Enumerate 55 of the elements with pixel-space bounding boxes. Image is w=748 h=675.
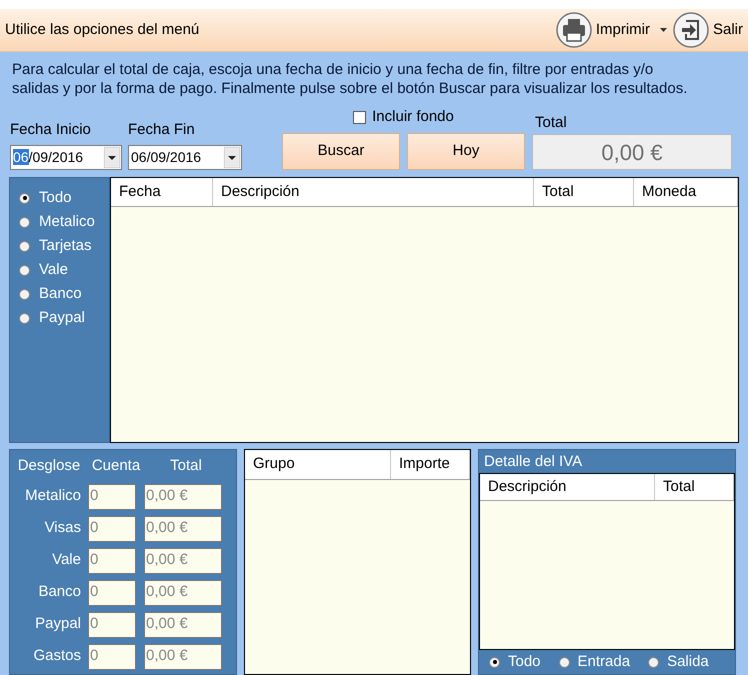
- radio-option[interactable]: Vale: [10, 260, 109, 280]
- column-header[interactable]: Grupo: [245, 450, 391, 479]
- instructions-text: Para calcular el total de caja, escoja una fecha de inicio y una fecha de fin, filtre por entradas y/o salidas y por la forma de pago. Finalmente pulse sobre el botón Buscar para visualizar los resultados.: [11, 60, 688, 98]
- dropdown-icon: [104, 147, 120, 168]
- count-field[interactable]: 0: [88, 612, 136, 638]
- row-label: Visas: [44, 518, 81, 538]
- exit-icon: [672, 12, 709, 48]
- total-field[interactable]: 0,00 €: [144, 612, 222, 638]
- count-field[interactable]: 0: [88, 516, 136, 542]
- column-header[interactable]: Descripción: [213, 178, 534, 206]
- total-field[interactable]: 0,00 €: [144, 548, 222, 574]
- dropdown-icon: [224, 147, 240, 168]
- radio-option[interactable]: Banco: [10, 284, 109, 304]
- date-field[interactable]: 06/09/2016: [128, 145, 242, 170]
- radio-option[interactable]: Entrada: [558, 650, 630, 674]
- radio-option[interactable]: Tarjetas: [10, 236, 109, 256]
- row-label: Banco: [38, 582, 81, 602]
- total-field[interactable]: 0,00 €: [144, 580, 222, 606]
- row-label: Metalico: [25, 486, 81, 506]
- column-header[interactable]: Fecha: [111, 178, 213, 206]
- radio-option[interactable]: Salida: [648, 650, 709, 674]
- row-label: Paypal: [35, 614, 81, 634]
- column-header[interactable]: Descripción: [480, 474, 655, 500]
- date-label: Fecha Inicio: [10, 120, 92, 140]
- count-field[interactable]: 0: [88, 580, 136, 606]
- count-field[interactable]: 0: [88, 484, 136, 510]
- toolbar-button[interactable]: Imprimir: [556, 12, 667, 48]
- row-label: Vale: [52, 550, 81, 570]
- total-label: Total: [535, 113, 568, 133]
- radio-option[interactable]: Paypal: [10, 308, 109, 328]
- column-heading: Total: [169, 456, 203, 476]
- toolbar-hint: Utilice las opciones del menú: [5, 20, 200, 40]
- vat-panel-title: Detalle del IVA: [483, 452, 584, 472]
- radio-option[interactable]: Todo: [10, 188, 109, 208]
- printer-icon: [556, 12, 592, 48]
- column-header[interactable]: Importe: [391, 450, 470, 479]
- column-header[interactable]: Total: [534, 178, 634, 206]
- total-display: 0,00 €: [532, 134, 732, 170]
- date-label: Fecha Fin: [128, 120, 196, 140]
- column-header[interactable]: Total: [655, 474, 734, 500]
- row-label: Gastos: [33, 646, 81, 666]
- radio-option[interactable]: Metalico: [10, 212, 109, 232]
- total-field[interactable]: 0,00 €: [144, 484, 222, 510]
- include-fund-checkbox[interactable]: Incluir fondo: [353, 106, 454, 128]
- column-heading: Cuenta: [90, 456, 142, 476]
- radio-option[interactable]: Todo: [489, 650, 541, 674]
- toolbar-button[interactable]: Salir: [672, 12, 743, 48]
- total-field[interactable]: 0,00 €: [144, 516, 222, 542]
- action-button[interactable]: Hoy: [407, 133, 525, 170]
- column-header[interactable]: Moneda: [634, 178, 738, 206]
- action-button[interactable]: Buscar: [282, 133, 400, 170]
- count-field[interactable]: 0: [88, 644, 136, 670]
- total-field[interactable]: 0,00 €: [144, 644, 222, 670]
- count-field[interactable]: 0: [88, 548, 136, 574]
- column-heading: Desglose: [16, 456, 82, 476]
